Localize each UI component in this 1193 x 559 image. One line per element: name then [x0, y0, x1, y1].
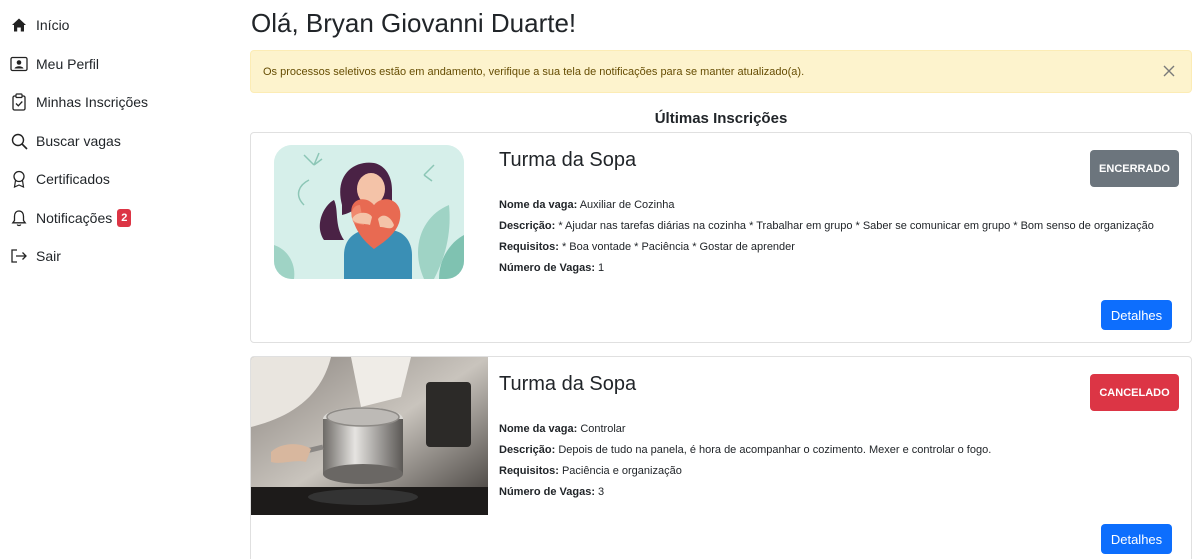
logout-icon	[10, 247, 28, 265]
alert-message: Os processos seletivos estão em andament…	[263, 65, 805, 78]
sidebar-item-certificados[interactable]: Certificados	[10, 168, 110, 190]
numero-value: 3	[598, 486, 605, 498]
sidebar-item-sair[interactable]: Sair	[10, 245, 61, 267]
card-info: Nome da vaga: Auxiliar de Cozinha Descri…	[499, 195, 1154, 279]
card-image-heart-illustration	[274, 145, 464, 279]
vaga-label: Nome da vaga:	[499, 423, 578, 435]
bell-icon	[10, 209, 28, 227]
vaga-row: Nome da vaga: Auxiliar de Cozinha	[499, 195, 1154, 216]
descricao-row: Descrição: Depois de tudo na panela, é h…	[499, 440, 991, 461]
close-icon[interactable]	[1161, 63, 1177, 79]
numero-label: Número de Vagas:	[499, 486, 595, 498]
section-title: Últimas Inscrições	[654, 110, 788, 127]
requisitos-value: Paciência e organização	[561, 465, 682, 477]
vaga-value: Controlar	[580, 423, 626, 435]
requisitos-label: Requisitos:	[499, 241, 559, 253]
card-info: Nome da vaga: Controlar Descrição: Depoi…	[499, 419, 991, 503]
sidebar-item-label: Certificados	[36, 171, 110, 187]
vaga-value: Auxiliar de Cozinha	[579, 199, 675, 211]
profile-icon	[10, 55, 28, 73]
descricao-value: * Ajudar nas tarefas diárias na cozinha …	[558, 220, 1154, 232]
descricao-label: Descrição:	[499, 220, 556, 232]
page-title: Olá, Bryan Giovanni Duarte!	[251, 8, 577, 38]
details-button[interactable]: Detalhes	[1101, 524, 1172, 554]
sidebar: Início Meu Perfil Minhas Inscrições Busc…	[0, 0, 240, 559]
status-badge: ENCERRADO	[1090, 150, 1179, 187]
card-image-cooking-photo	[251, 357, 488, 515]
vaga-row: Nome da vaga: Controlar	[499, 419, 991, 440]
requisitos-value: * Boa vontade * Paciência * Gostar de ap…	[561, 241, 795, 253]
notification-alert: Os processos seletivos estão em andament…	[250, 50, 1192, 93]
sidebar-item-meu-perfil[interactable]: Meu Perfil	[10, 53, 99, 75]
card-title: Turma da Sopa	[499, 373, 637, 395]
descricao-row: Descrição: * Ajudar nas tarefas diárias …	[499, 216, 1154, 237]
subscription-card: Turma da Sopa CANCELADO Nome da vaga: Co…	[250, 356, 1192, 559]
sidebar-item-buscar-vagas[interactable]: Buscar vagas	[10, 130, 121, 152]
numero-value: 1	[598, 262, 605, 274]
sidebar-item-label: Buscar vagas	[36, 133, 121, 149]
card-title: Turma da Sopa	[499, 149, 637, 171]
requisitos-label: Requisitos:	[499, 465, 559, 477]
descricao-value: Depois de tudo na panela, é hora de acom…	[558, 444, 992, 456]
status-badge: CANCELADO	[1090, 374, 1179, 411]
requisitos-row: Requisitos: Paciência e organização	[499, 461, 991, 482]
sidebar-item-minhas-inscricoes[interactable]: Minhas Inscrições	[10, 91, 148, 113]
descricao-label: Descrição:	[499, 444, 556, 456]
sidebar-item-label: Início	[36, 17, 70, 33]
clipboard-check-icon	[10, 93, 28, 111]
sidebar-item-label: Sair	[36, 248, 61, 264]
details-button[interactable]: Detalhes	[1101, 300, 1172, 330]
sidebar-item-inicio[interactable]: Início	[10, 14, 69, 36]
vaga-label: Nome da vaga:	[499, 199, 578, 211]
sidebar-item-label: Minhas Inscrições	[36, 94, 149, 110]
search-icon	[10, 132, 28, 150]
sidebar-item-label: Notificações	[36, 210, 113, 226]
numero-row: Número de Vagas: 3	[499, 482, 991, 503]
home-icon	[10, 16, 28, 34]
sidebar-item-notificacoes[interactable]: Notificações 2	[10, 207, 132, 229]
award-icon	[10, 170, 28, 188]
sidebar-item-label: Meu Perfil	[36, 56, 100, 72]
requisitos-row: Requisitos: * Boa vontade * Paciência * …	[499, 237, 1154, 258]
numero-row: Número de Vagas: 1	[499, 258, 1154, 279]
subscription-card: Turma da Sopa ENCERRADO Nome da vaga: Au…	[250, 132, 1192, 343]
notification-count-badge: 2	[117, 209, 132, 227]
numero-label: Número de Vagas:	[499, 262, 595, 274]
